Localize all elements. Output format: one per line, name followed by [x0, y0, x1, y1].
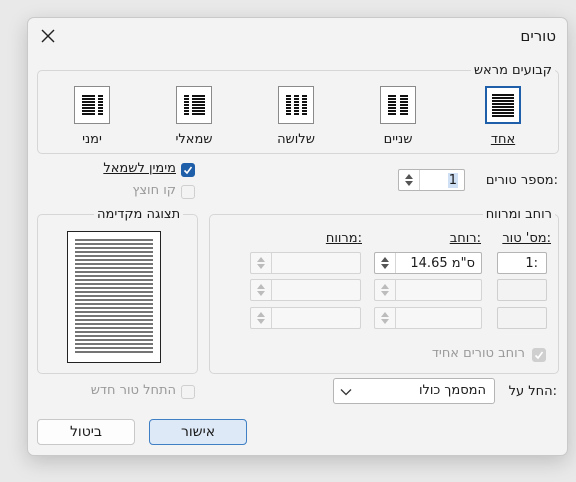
spin-up-icon[interactable] [381, 312, 389, 317]
columns-count-label: מספר טורים: [485, 173, 558, 188]
equal-width-label: רוחב טורים אחיד [431, 346, 525, 361]
checkmark-icon [183, 166, 193, 175]
width-header: רוחב: [449, 231, 481, 246]
spacing-header: מרווח: [325, 231, 362, 246]
columns-count-spinner[interactable]: 1 [398, 169, 465, 191]
three-columns-icon [286, 95, 307, 115]
equal-width-checkbox[interactable] [532, 348, 546, 362]
spin-down-icon[interactable] [381, 291, 389, 296]
spin-down-icon[interactable] [257, 264, 265, 269]
preset-left-label: שמאלי [175, 132, 213, 147]
cancel-button[interactable]: ביטול [37, 419, 135, 445]
spinner-arrows[interactable] [251, 308, 272, 328]
ok-button[interactable]: אישור [149, 419, 247, 445]
preset-one-button[interactable] [485, 86, 521, 124]
spin-down-icon[interactable] [257, 319, 265, 324]
dialog-title: טורים [520, 27, 556, 45]
preset-three-label: שלושה [277, 132, 315, 147]
preset-two-button[interactable] [380, 86, 416, 124]
preset-left-button[interactable] [176, 86, 212, 124]
checkmark-icon [534, 351, 544, 360]
spin-up-icon[interactable] [405, 174, 413, 179]
preview-lines [75, 239, 153, 353]
spin-down-icon[interactable] [381, 264, 389, 269]
left-column-icon [184, 95, 205, 115]
col-number-3 [497, 307, 547, 329]
col-no-header: מס' טור: [502, 231, 551, 246]
new-column-checkbox[interactable] [181, 385, 195, 399]
spacing-spinner-3[interactable] [250, 307, 361, 329]
preset-two-label: שניים [383, 132, 413, 147]
apply-to-select[interactable]: המסמך כולו [333, 378, 495, 404]
spin-up-icon[interactable] [257, 284, 265, 289]
spinner-arrows[interactable] [251, 253, 272, 273]
apply-to-label: החל על: [508, 384, 557, 399]
col-number-1: 1: [497, 252, 547, 274]
preset-right-button[interactable] [74, 86, 110, 124]
chevron-down-icon [340, 389, 352, 396]
preset-three-button[interactable] [278, 86, 314, 124]
columns-count-value: 1 [447, 173, 458, 188]
rtl-checkbox[interactable] [181, 163, 195, 177]
width-spinner-2[interactable] [374, 279, 482, 301]
width-spacing-legend: רוחב ומרווח [482, 207, 555, 222]
one-column-icon [492, 94, 514, 117]
right-column-icon [82, 95, 103, 115]
preset-right-label: ימני [82, 132, 102, 147]
spinner-arrows[interactable] [399, 170, 420, 190]
two-columns-icon [388, 95, 408, 115]
spin-down-icon[interactable] [405, 181, 413, 186]
close-icon[interactable] [40, 28, 56, 44]
spinner-arrows[interactable] [375, 280, 396, 300]
line-between-label: קו חוצץ [132, 183, 176, 198]
spacing-spinner-1[interactable] [250, 252, 361, 274]
spin-up-icon[interactable] [381, 284, 389, 289]
spin-up-icon[interactable] [381, 257, 389, 262]
spin-down-icon[interactable] [381, 319, 389, 324]
spin-up-icon[interactable] [257, 312, 265, 317]
spin-down-icon[interactable] [257, 291, 265, 296]
new-column-label: התחל טור חדש [90, 383, 176, 398]
spinner-arrows[interactable] [375, 253, 396, 273]
width-1-value: 14.65 ס"מ [410, 256, 475, 271]
line-between-checkbox[interactable] [181, 185, 195, 199]
spin-up-icon[interactable] [257, 257, 265, 262]
apply-to-value: המסמך כולו [418, 383, 486, 398]
col-number-2 [497, 279, 547, 301]
preview-page [67, 231, 161, 363]
preview-legend: תצוגה מקדימה [94, 207, 184, 222]
spinner-arrows[interactable] [375, 308, 396, 328]
spacing-spinner-2[interactable] [250, 279, 361, 301]
rtl-label: מימין לשמאל [103, 161, 176, 176]
width-spinner-3[interactable] [374, 307, 482, 329]
preset-one-label: אחד [490, 132, 516, 147]
col-number-1-text: 1: [525, 256, 538, 271]
spinner-arrows[interactable] [251, 280, 272, 300]
width-spinner-1[interactable]: 14.65 ס"מ [374, 252, 482, 274]
presets-legend: קבועים מראש [470, 63, 555, 78]
